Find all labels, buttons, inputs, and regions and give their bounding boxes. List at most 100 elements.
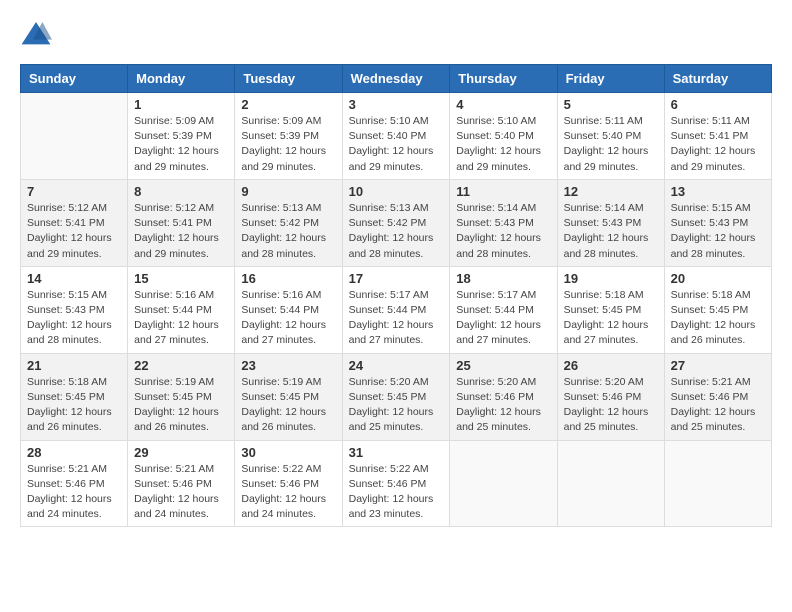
day-number: 18 xyxy=(456,271,550,286)
day-number: 4 xyxy=(456,97,550,112)
day-info: Sunrise: 5:21 AM Sunset: 5:46 PM Dayligh… xyxy=(671,375,765,436)
day-number: 17 xyxy=(349,271,444,286)
calendar-cell: 23Sunrise: 5:19 AM Sunset: 5:45 PM Dayli… xyxy=(235,353,342,440)
calendar-header-thursday: Thursday xyxy=(450,65,557,93)
calendar-cell xyxy=(450,440,557,527)
calendar-cell: 12 Sunrise: 5:14 AM Sunset: 5:43 PM Dayli… xyxy=(557,179,664,266)
calendar-cell: 9Sunrise: 5:13 AM Sunset: 5:42 PM Daylig… xyxy=(235,179,342,266)
day-info: Sunrise: 5:19 AM Sunset: 5:45 PM Dayligh… xyxy=(134,375,228,436)
day-number: 7 xyxy=(27,184,121,199)
day-info: Sunrise: 5:12 AM Sunset: 5:41 PM Dayligh… xyxy=(27,201,121,262)
day-number: 10 xyxy=(349,184,444,199)
day-info: Sunrise: 5:11 AM Sunset: 5:41 PM Dayligh… xyxy=(671,114,765,175)
day-number: 5 xyxy=(564,97,658,112)
calendar-cell: 3 Sunrise: 5:10 AM Sunset: 5:40 PM Daylig… xyxy=(342,93,450,180)
day-info: Sunrise: 5:17 AM Sunset: 5:44 PM Dayligh… xyxy=(456,288,550,349)
calendar-cell: 18 Sunrise: 5:17 AM Sunset: 5:44 PM Dayli… xyxy=(450,266,557,353)
calendar-cell: 21 Sunrise: 5:18 AM Sunset: 5:45 PM Dayli… xyxy=(21,353,128,440)
calendar-cell: 7 Sunrise: 5:12 AM Sunset: 5:41 PM Daylig… xyxy=(21,179,128,266)
day-info: Sunrise: 5:12 AM Sunset: 5:41 PM Dayligh… xyxy=(134,201,228,262)
day-number: 16 xyxy=(241,271,335,286)
day-number: 31 xyxy=(349,445,444,460)
day-number: 13 xyxy=(671,184,765,199)
calendar-cell: 29 Sunrise: 5:21 AM Sunset: 5:46 PM Dayli… xyxy=(128,440,235,527)
day-number: 9 xyxy=(241,184,335,199)
day-number: 8 xyxy=(134,184,228,199)
calendar-week-row: 1 Sunrise: 5:09 AM Sunset: 5:39 PM Daylig… xyxy=(21,93,772,180)
header xyxy=(20,20,772,48)
calendar-cell: 6 Sunrise: 5:11 AM Sunset: 5:41 PM Daylig… xyxy=(664,93,771,180)
calendar-header-friday: Friday xyxy=(557,65,664,93)
day-number: 11 xyxy=(456,184,550,199)
day-number: 28 xyxy=(27,445,121,460)
day-info: Sunrise: 5:22 AM Sunset: 5:46 PM Dayligh… xyxy=(241,462,335,523)
day-number: 3 xyxy=(349,97,444,112)
day-info: Sunrise: 5:13 AM Sunset: 5:42 PM Dayligh… xyxy=(349,201,444,262)
calendar-cell: 27 Sunrise: 5:21 AM Sunset: 5:46 PM Dayli… xyxy=(664,353,771,440)
day-info: Sunrise: 5:18 AM Sunset: 5:45 PM Dayligh… xyxy=(671,288,765,349)
day-number: 6 xyxy=(671,97,765,112)
calendar-cell: 25Sunrise: 5:20 AM Sunset: 5:46 PM Dayli… xyxy=(450,353,557,440)
day-info: Sunrise: 5:18 AM Sunset: 5:45 PM Dayligh… xyxy=(27,375,121,436)
day-number: 26 xyxy=(564,358,658,373)
day-info: Sunrise: 5:09 AM Sunset: 5:39 PM Dayligh… xyxy=(241,114,335,175)
day-info: Sunrise: 5:15 AM Sunset: 5:43 PM Dayligh… xyxy=(27,288,121,349)
calendar-header-sunday: Sunday xyxy=(21,65,128,93)
day-info: Sunrise: 5:10 AM Sunset: 5:40 PM Dayligh… xyxy=(349,114,444,175)
calendar-week-row: 28 Sunrise: 5:21 AM Sunset: 5:46 PM Dayli… xyxy=(21,440,772,527)
day-info: Sunrise: 5:11 AM Sunset: 5:40 PM Dayligh… xyxy=(564,114,658,175)
day-number: 21 xyxy=(27,358,121,373)
calendar-cell: 14Sunrise: 5:15 AM Sunset: 5:43 PM Dayli… xyxy=(21,266,128,353)
calendar-header-row: SundayMondayTuesdayWednesdayThursdayFrid… xyxy=(21,65,772,93)
calendar-cell: 20Sunrise: 5:18 AM Sunset: 5:45 PM Dayli… xyxy=(664,266,771,353)
day-info: Sunrise: 5:09 AM Sunset: 5:39 PM Dayligh… xyxy=(134,114,228,175)
day-number: 15 xyxy=(134,271,228,286)
day-number: 22 xyxy=(134,358,228,373)
logo xyxy=(20,20,56,48)
calendar-cell: 13 Sunrise: 5:15 AM Sunset: 5:43 PM Dayli… xyxy=(664,179,771,266)
logo-icon xyxy=(20,20,52,48)
calendar-cell: 8 Sunrise: 5:12 AM Sunset: 5:41 PM Daylig… xyxy=(128,179,235,266)
day-info: Sunrise: 5:20 AM Sunset: 5:45 PM Dayligh… xyxy=(349,375,444,436)
calendar-cell: 30 Sunrise: 5:22 AM Sunset: 5:46 PM Dayli… xyxy=(235,440,342,527)
calendar-cell: 22 Sunrise: 5:19 AM Sunset: 5:45 PM Dayli… xyxy=(128,353,235,440)
calendar-cell: 2Sunrise: 5:09 AM Sunset: 5:39 PM Daylig… xyxy=(235,93,342,180)
day-number: 29 xyxy=(134,445,228,460)
calendar-cell xyxy=(664,440,771,527)
calendar-week-row: 14Sunrise: 5:15 AM Sunset: 5:43 PM Dayli… xyxy=(21,266,772,353)
day-info: Sunrise: 5:15 AM Sunset: 5:43 PM Dayligh… xyxy=(671,201,765,262)
calendar-week-row: 21 Sunrise: 5:18 AM Sunset: 5:45 PM Dayli… xyxy=(21,353,772,440)
day-info: Sunrise: 5:20 AM Sunset: 5:46 PM Dayligh… xyxy=(456,375,550,436)
day-info: Sunrise: 5:21 AM Sunset: 5:46 PM Dayligh… xyxy=(134,462,228,523)
day-number: 27 xyxy=(671,358,765,373)
day-info: Sunrise: 5:21 AM Sunset: 5:46 PM Dayligh… xyxy=(27,462,121,523)
day-info: Sunrise: 5:20 AM Sunset: 5:46 PM Dayligh… xyxy=(564,375,658,436)
calendar-cell: 15 Sunrise: 5:16 AM Sunset: 5:44 PM Dayli… xyxy=(128,266,235,353)
day-info: Sunrise: 5:16 AM Sunset: 5:44 PM Dayligh… xyxy=(134,288,228,349)
calendar-cell xyxy=(557,440,664,527)
day-number: 30 xyxy=(241,445,335,460)
calendar-cell: 26 Sunrise: 5:20 AM Sunset: 5:46 PM Dayli… xyxy=(557,353,664,440)
calendar-cell: 1 Sunrise: 5:09 AM Sunset: 5:39 PM Daylig… xyxy=(128,93,235,180)
day-info: Sunrise: 5:19 AM Sunset: 5:45 PM Dayligh… xyxy=(241,375,335,436)
calendar-cell: 31 Sunrise: 5:22 AM Sunset: 5:46 PM Dayli… xyxy=(342,440,450,527)
day-info: Sunrise: 5:14 AM Sunset: 5:43 PM Dayligh… xyxy=(564,201,658,262)
calendar-cell: 28 Sunrise: 5:21 AM Sunset: 5:46 PM Dayli… xyxy=(21,440,128,527)
day-info: Sunrise: 5:22 AM Sunset: 5:46 PM Dayligh… xyxy=(349,462,444,523)
day-info: Sunrise: 5:14 AM Sunset: 5:43 PM Dayligh… xyxy=(456,201,550,262)
day-number: 19 xyxy=(564,271,658,286)
day-number: 1 xyxy=(134,97,228,112)
calendar-header-saturday: Saturday xyxy=(664,65,771,93)
day-number: 12 xyxy=(564,184,658,199)
day-number: 24 xyxy=(349,358,444,373)
day-info: Sunrise: 5:16 AM Sunset: 5:44 PM Dayligh… xyxy=(241,288,335,349)
day-info: Sunrise: 5:17 AM Sunset: 5:44 PM Dayligh… xyxy=(349,288,444,349)
calendar-cell: 11 Sunrise: 5:14 AM Sunset: 5:43 PM Dayli… xyxy=(450,179,557,266)
calendar-header-tuesday: Tuesday xyxy=(235,65,342,93)
calendar-week-row: 7 Sunrise: 5:12 AM Sunset: 5:41 PM Daylig… xyxy=(21,179,772,266)
calendar-cell: 16 Sunrise: 5:16 AM Sunset: 5:44 PM Dayli… xyxy=(235,266,342,353)
day-info: Sunrise: 5:10 AM Sunset: 5:40 PM Dayligh… xyxy=(456,114,550,175)
calendar-cell: 24 Sunrise: 5:20 AM Sunset: 5:45 PM Dayli… xyxy=(342,353,450,440)
calendar-table: SundayMondayTuesdayWednesdayThursdayFrid… xyxy=(20,64,772,527)
day-info: Sunrise: 5:18 AM Sunset: 5:45 PM Dayligh… xyxy=(564,288,658,349)
